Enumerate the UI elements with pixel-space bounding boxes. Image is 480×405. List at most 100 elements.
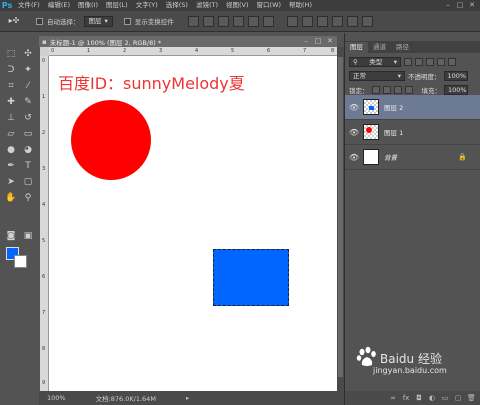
visibility-eye-icon[interactable]: 👁 <box>345 153 363 162</box>
tab-paths[interactable]: 路径 <box>391 42 414 53</box>
type-tool-icon[interactable]: T <box>20 159 36 173</box>
menu-image[interactable]: 图像(I) <box>74 0 102 11</box>
quick-mask-icon[interactable]: ◙ <box>3 229 19 243</box>
doc-minimize-button[interactable]: – <box>301 36 311 47</box>
opacity-input[interactable]: 100% <box>443 71 468 81</box>
new-layer-icon[interactable]: ▢ <box>454 394 462 402</box>
filter-adjustment-icon[interactable] <box>415 58 423 66</box>
layer-row-background[interactable]: 👁 背景 🔒 <box>345 145 480 170</box>
status-menu-arrow-icon[interactable]: ▸ <box>186 394 189 402</box>
ruler-origin[interactable] <box>40 47 49 56</box>
document-canvas[interactable]: 百度ID：sunnyMelody夏 <box>49 56 337 391</box>
link-layers-icon[interactable]: ∞ <box>389 394 397 402</box>
menu-type[interactable]: 文字(Y) <box>132 0 162 11</box>
marquee-tool-icon[interactable]: ⬚ <box>3 47 19 61</box>
visibility-eye-icon[interactable]: 👁 <box>345 128 363 137</box>
move-tool-icon[interactable]: ▸✣ <box>6 15 22 27</box>
distribute-vcenter-icon[interactable] <box>301 15 313 27</box>
menu-file[interactable]: 文件(F) <box>14 0 44 11</box>
tab-channels[interactable]: 通道 <box>368 42 391 53</box>
layer-row-layer-1[interactable]: 👁 图层 1 <box>345 120 480 145</box>
zoom-level[interactable]: 100% <box>47 394 66 402</box>
menu-layer[interactable]: 图层(L) <box>102 0 132 11</box>
zoom-tool-icon[interactable]: ⚲ <box>20 191 36 205</box>
auto-select-dropdown[interactable]: 图层 ▾ <box>83 15 113 27</box>
align-hcenter-icon[interactable] <box>247 15 259 27</box>
blur-tool-icon[interactable]: ● <box>3 143 19 157</box>
lock-transparent-icon[interactable] <box>371 86 380 94</box>
layer-name: 图层 1 <box>384 129 404 137</box>
align-left-icon[interactable] <box>232 15 244 27</box>
blue-rectangle-selection[interactable] <box>213 249 289 306</box>
trash-icon[interactable]: 🗑 <box>467 394 476 402</box>
distribute-top-icon[interactable] <box>286 15 298 27</box>
distribute-hcenter-icon[interactable] <box>346 15 358 27</box>
vertical-scrollbar[interactable] <box>337 47 344 391</box>
filter-smart-object-icon[interactable] <box>448 58 456 66</box>
move-tool-icon[interactable]: ✣ <box>20 47 36 61</box>
path-selection-icon[interactable]: ➤ <box>3 175 19 189</box>
menu-filter[interactable]: 滤镜(T) <box>192 0 222 11</box>
background-color-swatch[interactable] <box>14 255 27 268</box>
layers-list: 👁 图层 2 👁 图层 1 👁 背景 🔒 <box>345 95 480 170</box>
eyedropper-icon[interactable]: ⁄ <box>20 79 36 93</box>
align-top-icon[interactable] <box>187 15 199 27</box>
show-transform-checkbox[interactable] <box>123 17 131 25</box>
close-button[interactable]: ✕ <box>466 0 478 11</box>
visibility-eye-icon[interactable]: 👁 <box>345 103 363 112</box>
distribute-bottom-icon[interactable] <box>316 15 328 27</box>
magic-wand-icon[interactable]: ✦ <box>20 63 36 77</box>
align-bottom-icon[interactable] <box>217 15 229 27</box>
tab-layers[interactable]: 图层 <box>345 42 368 53</box>
menu-view[interactable]: 视图(V) <box>222 0 253 11</box>
clone-stamp-icon[interactable]: ⊥ <box>3 111 19 125</box>
menu-select[interactable]: 选择(S) <box>162 0 192 11</box>
add-mask-icon[interactable]: ◘ <box>415 394 423 402</box>
lock-position-icon[interactable] <box>393 86 402 94</box>
distribute-left-icon[interactable] <box>331 15 343 27</box>
healing-brush-icon[interactable]: ✚ <box>3 95 19 109</box>
layer-row-layer-2[interactable]: 👁 图层 2 <box>345 95 480 120</box>
filter-shape-icon[interactable] <box>437 58 445 66</box>
menu-help[interactable]: 帮助(H) <box>285 0 316 11</box>
screen-mode-icon[interactable]: ▣ <box>20 229 36 243</box>
shape-tool-icon[interactable]: ▢ <box>20 175 36 189</box>
menu-edit[interactable]: 编辑(E) <box>44 0 74 11</box>
menu-window[interactable]: 窗口(W) <box>253 0 286 11</box>
minimize-button[interactable]: – <box>442 0 454 11</box>
doc-close-button[interactable]: ✕ <box>325 36 335 47</box>
horizontal-ruler[interactable]: 0 1 2 3 4 5 6 7 8 <box>49 47 337 56</box>
filter-type-icon[interactable] <box>426 58 434 66</box>
red-circle-shape[interactable] <box>71 100 151 180</box>
distribute-right-icon[interactable] <box>361 15 373 27</box>
new-group-icon[interactable]: ▭ <box>441 394 449 402</box>
vertical-ruler[interactable]: 0 1 2 3 4 5 6 7 8 9 <box>40 56 49 391</box>
lasso-tool-icon[interactable]: ᑐ <box>3 63 19 77</box>
scrollbar-thumb[interactable] <box>338 57 343 377</box>
brush-tool-icon[interactable]: ✎ <box>20 95 36 109</box>
auto-select-checkbox[interactable] <box>36 17 43 25</box>
lock-image-icon[interactable] <box>382 86 391 94</box>
eraser-icon[interactable]: ▱ <box>3 127 19 141</box>
doc-maximize-button[interactable]: □ <box>313 36 323 47</box>
maximize-button[interactable]: □ <box>454 0 466 11</box>
pen-tool-icon[interactable]: ✒ <box>3 159 19 173</box>
document-title: 未标题-1 @ 100% (图层 2, RGB/8) * <box>49 38 162 47</box>
layer-style-icon[interactable]: fx <box>402 394 410 402</box>
blend-mode-select[interactable]: 正常 ▾ <box>349 71 405 81</box>
auto-select-label: 自动选择： <box>47 18 80 26</box>
layer-filter-select[interactable]: ⚲ 类型 ▾ <box>349 57 401 67</box>
crop-tool-icon[interactable]: ⌗ <box>3 79 19 93</box>
gradient-icon[interactable]: ▭ <box>20 127 36 141</box>
history-brush-icon[interactable]: ↺ <box>20 111 36 125</box>
filter-pixel-icon[interactable] <box>404 58 412 66</box>
hand-tool-icon[interactable]: ✋ <box>3 191 19 205</box>
lock-all-icon[interactable] <box>404 86 413 94</box>
fill-input[interactable]: 100% <box>444 85 468 95</box>
align-vcenter-icon[interactable] <box>202 15 214 27</box>
align-right-icon[interactable] <box>262 15 274 27</box>
document-tab[interactable]: ▪ 未标题-1 @ 100% (图层 2, RGB/8) * – □ ✕ <box>39 36 337 47</box>
ruler-h-label: 0 <box>51 48 55 54</box>
adjustment-layer-icon[interactable]: ◐ <box>428 394 436 402</box>
dodge-tool-icon[interactable]: ◕ <box>20 143 36 157</box>
